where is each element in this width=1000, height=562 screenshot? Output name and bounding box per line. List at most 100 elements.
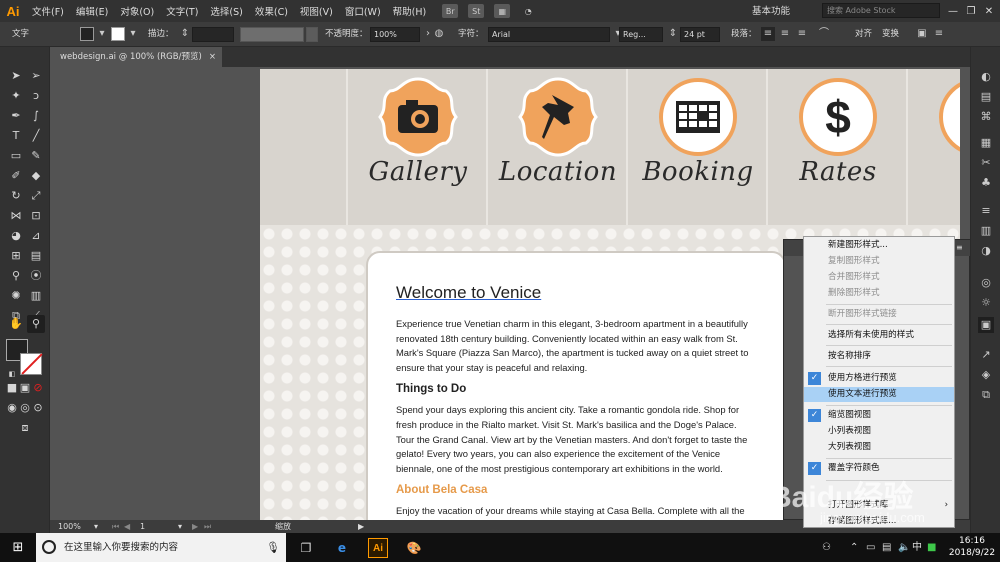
- isolate-icon[interactable]: ▣: [915, 27, 929, 41]
- draw-inside-icon[interactable]: ⊙: [29, 399, 47, 417]
- scale-tool-icon[interactable]: ⤢: [27, 187, 45, 205]
- color-guide-icon[interactable]: ▤: [978, 89, 994, 105]
- artboard-dropdown-icon[interactable]: ▾: [178, 520, 182, 533]
- shaper-tool-icon[interactable]: ✐: [7, 167, 25, 185]
- layers-panel-icon[interactable]: ◈: [978, 367, 994, 383]
- sun-panel-icon[interactable]: ☼: [978, 295, 994, 311]
- brushes-panel-icon[interactable]: ✂: [978, 155, 994, 171]
- arrange-documents-icon[interactable]: ▦: [494, 4, 511, 18]
- menu-item-open-library[interactable]: 打开图形样式库 ›: [804, 498, 954, 513]
- menu-item-sort-by-name[interactable]: 按名称排序: [804, 349, 954, 364]
- gradient-panel-icon[interactable]: ▥: [978, 223, 994, 239]
- swatches-panel-icon[interactable]: ▦: [978, 135, 994, 151]
- menu-view[interactable]: 视图(V): [294, 4, 339, 18]
- cc-libraries-icon[interactable]: ⌘: [978, 109, 994, 125]
- volume-icon[interactable]: 🔈: [898, 533, 910, 562]
- fill-dropdown-icon[interactable]: ▾: [95, 27, 109, 41]
- menu-item-large-list-view[interactable]: 大列表视图: [804, 440, 954, 455]
- tab-close-icon[interactable]: ×: [209, 47, 216, 67]
- blend-tool-icon[interactable]: ⦿: [27, 267, 45, 285]
- align-panel-link[interactable]: 对齐: [855, 27, 872, 42]
- status-mode-text[interactable]: 缩放: [275, 520, 291, 533]
- eraser-tool-icon[interactable]: ◆: [27, 167, 45, 185]
- windows-start-icon[interactable]: ⊞: [0, 533, 36, 562]
- maximize-icon[interactable]: ❐: [962, 6, 980, 17]
- mesh-tool-icon[interactable]: ⊞: [7, 247, 25, 265]
- document-tab[interactable]: webdesign.ai @ 100% (RGB/预览) ×: [50, 47, 222, 67]
- menu-item-save-library[interactable]: 存储图形样式库...: [804, 514, 954, 529]
- stroke-weight-stepper[interactable]: ⇕: [178, 27, 192, 41]
- stroke-weight-field[interactable]: [192, 27, 234, 42]
- ime-language-icon[interactable]: 中: [912, 533, 922, 562]
- menu-item-preview-text[interactable]: 使用文本进行预览: [804, 387, 954, 402]
- menu-item-thumbnail-view[interactable]: ✓ 缩览图视图: [804, 408, 954, 423]
- selection-tool-icon[interactable]: ➤: [7, 67, 25, 85]
- symbols-panel-icon[interactable]: ♣: [978, 175, 994, 191]
- menu-item-small-list-view[interactable]: 小列表视图: [804, 424, 954, 439]
- first-artboard-icon[interactable]: ⏮: [112, 520, 119, 533]
- stroke-swatch[interactable]: [111, 27, 125, 41]
- adobe-stock-search-input[interactable]: 搜索 Adobe Stock: [822, 3, 940, 18]
- character-label[interactable]: 字符：: [458, 27, 484, 42]
- direct-selection-tool-icon[interactable]: ➢: [27, 67, 45, 85]
- rectangle-tool-icon[interactable]: ▭: [7, 147, 25, 165]
- stroke-dropdown-icon[interactable]: ▾: [126, 27, 140, 41]
- menu-help[interactable]: 帮助(H): [387, 4, 433, 18]
- network-icon[interactable]: ▤: [882, 533, 891, 562]
- font-family-field[interactable]: Arial: [488, 27, 610, 42]
- last-artboard-icon[interactable]: ⏭: [204, 520, 211, 533]
- panel-menu-icon[interactable]: ≡: [956, 243, 966, 253]
- taskbar-search-box[interactable]: 在这里输入你要搜索的内容 🎙: [36, 533, 286, 562]
- type-tool-icon[interactable]: T: [7, 127, 25, 145]
- illustrator-taskbar-icon[interactable]: Ai: [368, 538, 388, 558]
- gradient-tool-icon[interactable]: ▤: [27, 247, 45, 265]
- font-size-stepper[interactable]: ⇕: [666, 27, 680, 41]
- shape-builder-tool-icon[interactable]: ◕: [7, 227, 25, 245]
- menu-item-preview-square[interactable]: ✓ 使用方格进行预览: [804, 371, 954, 386]
- free-transform-tool-icon[interactable]: ⊡: [27, 207, 45, 225]
- menu-edit[interactable]: 编辑(E): [70, 4, 114, 18]
- font-style-field[interactable]: Reg...: [619, 27, 663, 42]
- stroke-color-box[interactable]: [20, 353, 42, 375]
- warp-text-icon[interactable]: ⌒: [817, 27, 831, 41]
- people-icon[interactable]: ⚇: [822, 533, 831, 562]
- banner-item-location[interactable]: Location: [486, 69, 626, 225]
- export-panel-icon[interactable]: ↗: [978, 347, 994, 363]
- control-menu-icon[interactable]: ≡: [932, 27, 946, 41]
- menu-item-new-style[interactable]: 新建图形样式...: [804, 238, 954, 253]
- line-tool-icon[interactable]: ╱: [27, 127, 45, 145]
- zoom-dropdown-icon[interactable]: ▾: [94, 520, 98, 533]
- paint-app-icon[interactable]: 🎨: [404, 538, 424, 558]
- tray-expand-icon[interactable]: ⌃: [850, 533, 858, 562]
- menu-item-override-color[interactable]: ✓ 覆盖字符颜色: [804, 461, 954, 476]
- column-graph-tool-icon[interactable]: ▥: [27, 287, 45, 305]
- recolor-icon[interactable]: ◍: [432, 27, 446, 41]
- taskbar-clock[interactable]: 16:16 2018/9/22: [944, 535, 1000, 559]
- transform-panel-link[interactable]: 变换: [882, 27, 899, 42]
- content-title[interactable]: Welcome to Venice: [396, 283, 756, 303]
- content-card[interactable]: Welcome to Venice Experience true Veneti…: [366, 251, 786, 520]
- banner-item-rates[interactable]: $ Rates: [766, 69, 906, 225]
- about-paragraph[interactable]: Enjoy the vacation of your dreams while …: [396, 504, 756, 519]
- align-left-icon[interactable]: ≡: [761, 27, 775, 41]
- opacity-field[interactable]: 100%: [370, 27, 420, 42]
- intro-paragraph[interactable]: Experience true Venetian charm in this e…: [396, 317, 756, 375]
- stock-button[interactable]: St: [468, 4, 485, 18]
- eyedropper-tool-icon[interactable]: ⚲: [7, 267, 25, 285]
- screen-mode-icon[interactable]: ⧈: [16, 419, 34, 437]
- align-center-icon[interactable]: ≡: [778, 27, 792, 41]
- workspace-switcher[interactable]: 基本功能: [752, 3, 790, 17]
- appearance-panel-icon[interactable]: ◎: [978, 275, 994, 291]
- paintbrush-tool-icon[interactable]: ✎: [27, 147, 45, 165]
- artboards-panel-icon[interactable]: ⧉: [978, 387, 994, 403]
- transparency-panel-icon[interactable]: ◑: [978, 243, 994, 259]
- artboard-number-field[interactable]: 1: [140, 520, 145, 533]
- zoom-tool-icon[interactable]: ⚲: [27, 315, 45, 333]
- power-icon[interactable]: ▭: [866, 533, 875, 562]
- magic-wand-tool-icon[interactable]: ✦: [7, 87, 25, 105]
- things-paragraph[interactable]: Spend your days exploring this ancient c…: [396, 403, 756, 476]
- menu-type[interactable]: 文字(T): [160, 4, 204, 18]
- graphic-styles-panel-icon[interactable]: ▣: [978, 317, 994, 333]
- next-artboard-icon[interactable]: ▶: [192, 520, 198, 533]
- menu-effect[interactable]: 效果(C): [249, 4, 294, 18]
